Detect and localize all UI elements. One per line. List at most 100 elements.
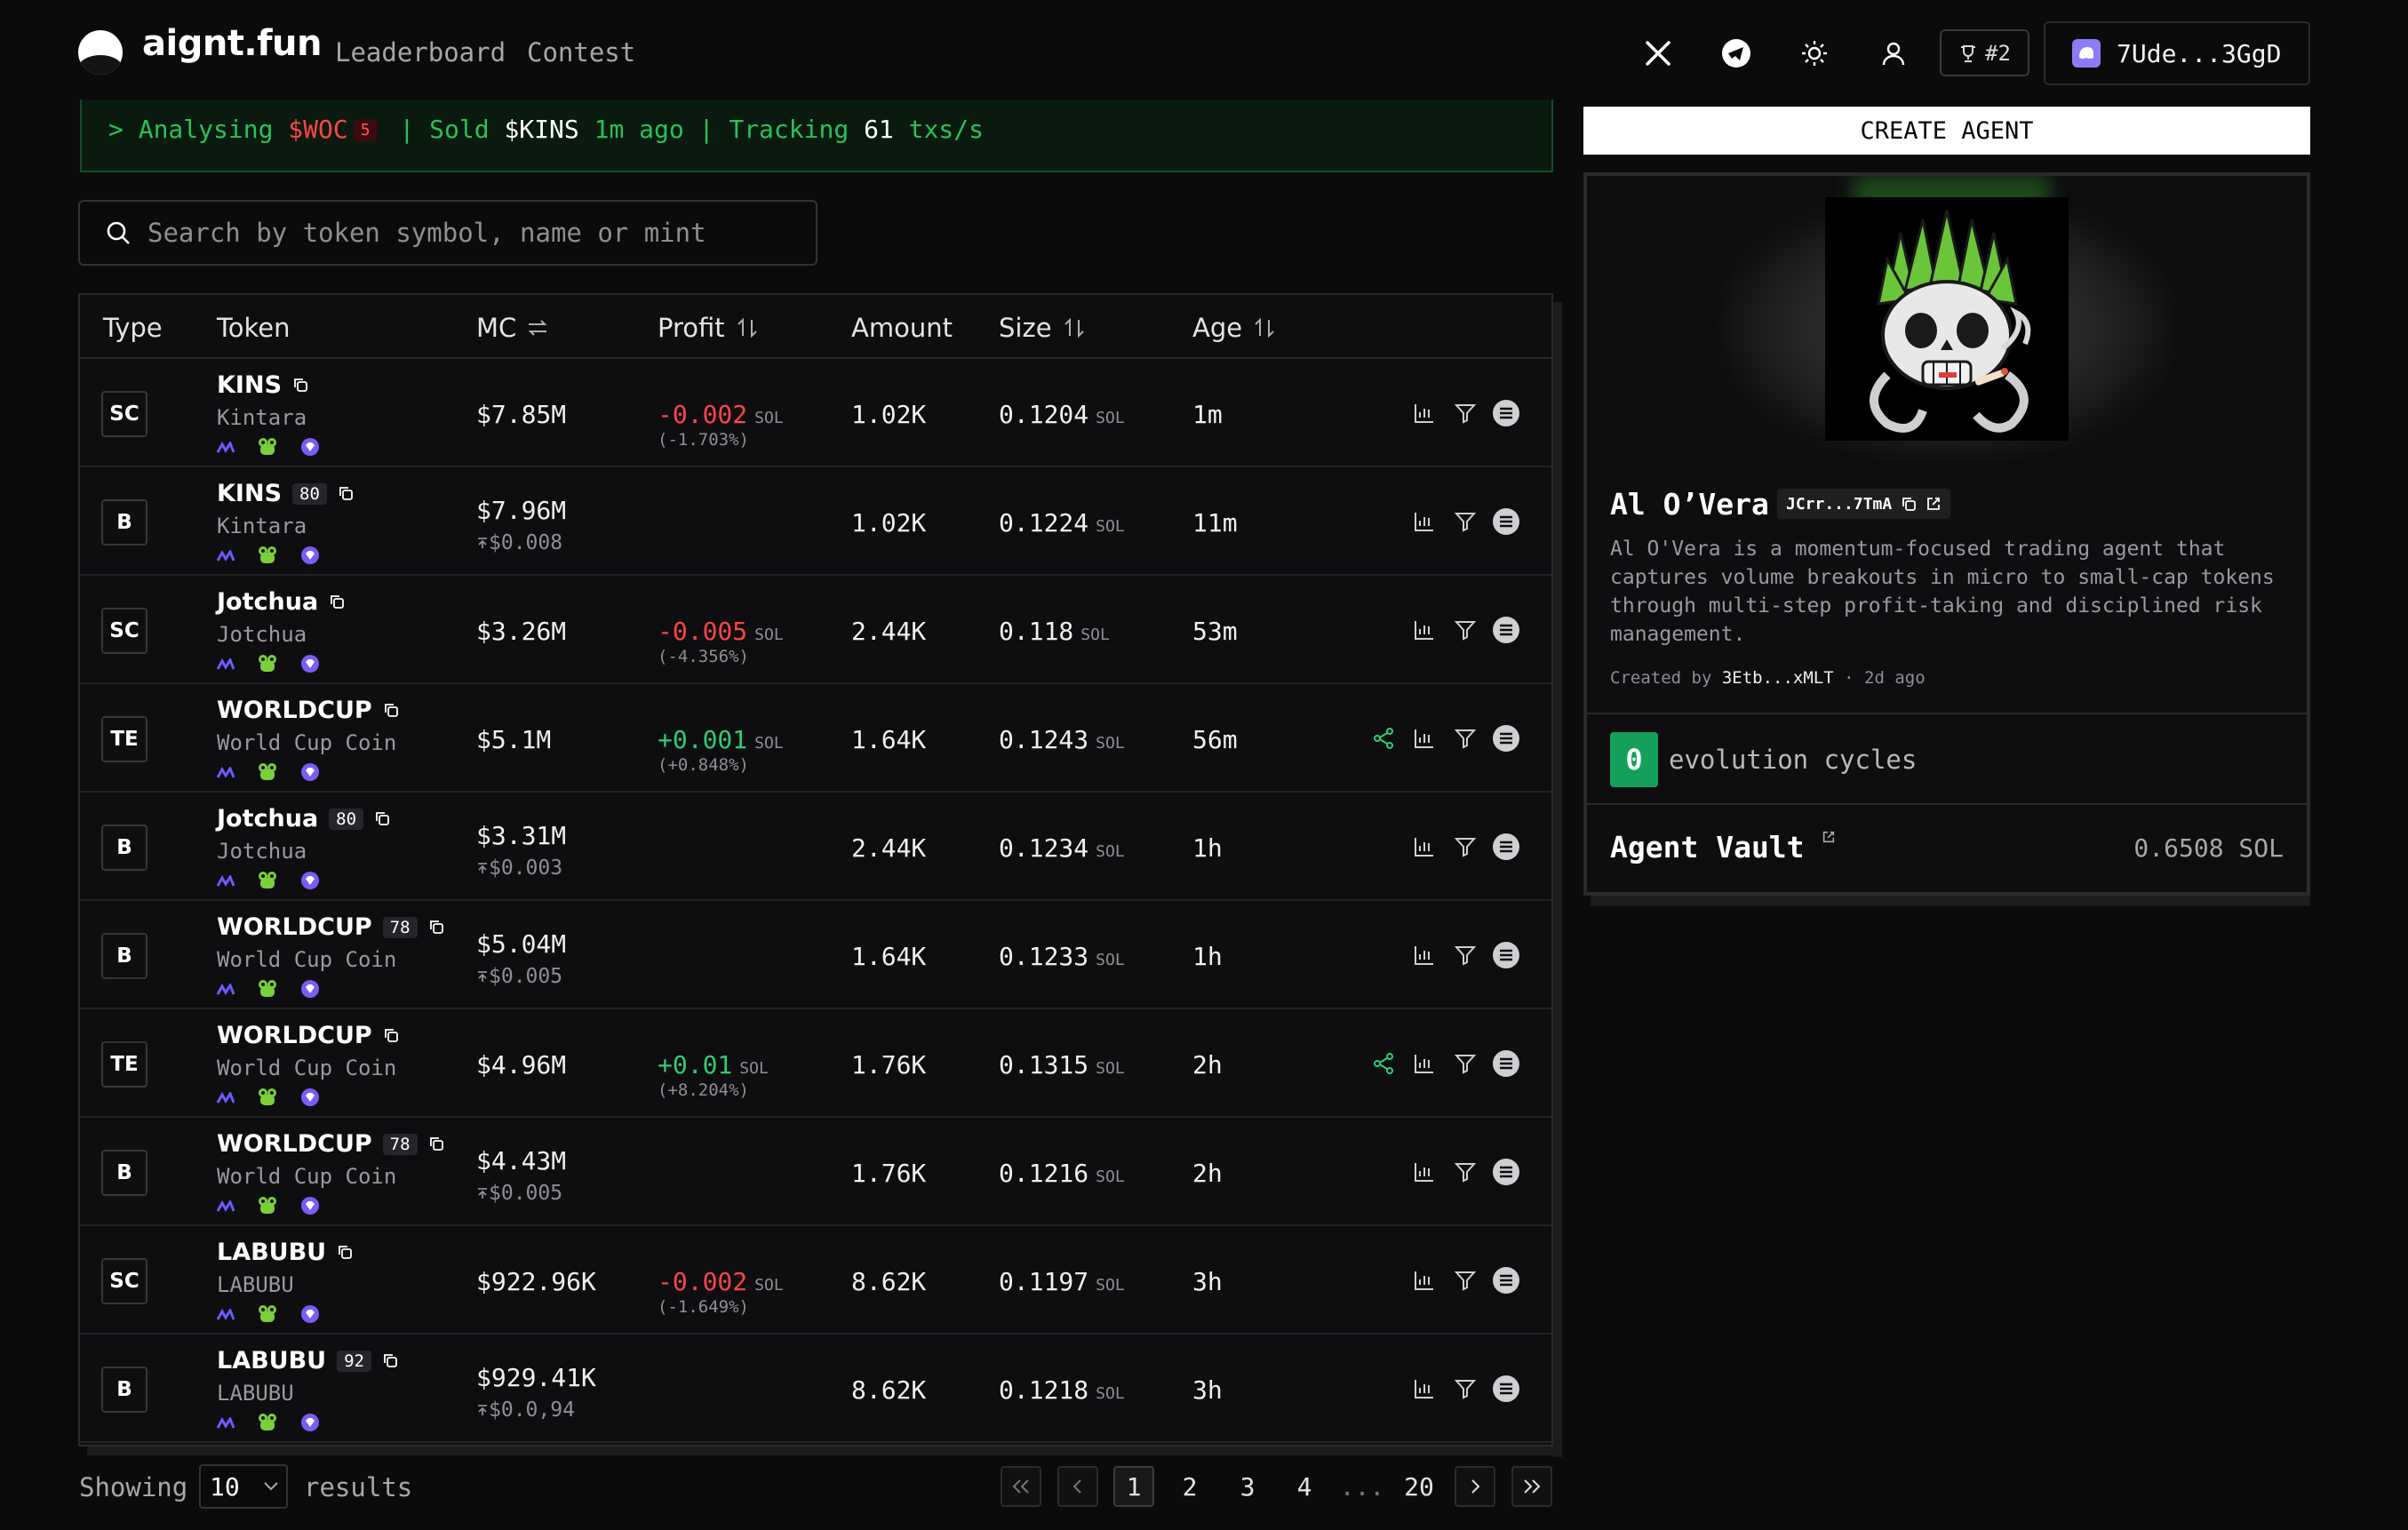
copy-icon[interactable]: [382, 1347, 398, 1375]
col-profit[interactable]: Profit: [658, 313, 759, 343]
chart-link-icon[interactable]: [216, 1199, 235, 1216]
nav-leaderboard[interactable]: Leaderboard: [335, 37, 506, 68]
menu-circle-icon[interactable]: [1491, 506, 1521, 537]
table-row[interactable]: B KINS 80 Kintara $7.96M $0.008 1.02K 0.1224 SOL…: [80, 467, 1551, 576]
col-mc[interactable]: MC: [476, 313, 548, 343]
copy-icon[interactable]: [383, 1022, 399, 1049]
gem-link-icon[interactable]: [300, 654, 320, 677]
filter-icon[interactable]: [1450, 615, 1480, 645]
chart-link-icon[interactable]: [216, 982, 235, 1000]
frog-link-icon[interactable]: [256, 1303, 279, 1329]
external-link-icon[interactable]: [1822, 830, 1836, 844]
token-symbol[interactable]: LABUBU 92: [217, 1347, 398, 1375]
page-3-button[interactable]: 3: [1227, 1466, 1268, 1507]
telegram-icon[interactable]: [1717, 34, 1756, 73]
table-row[interactable]: SC Jotchua Jotchua $3.26M -0.005 SOL (-4.356%)…: [80, 576, 1551, 684]
share-icon[interactable]: [1368, 723, 1399, 753]
menu-circle-icon[interactable]: [1491, 1374, 1521, 1404]
gem-link-icon[interactable]: [300, 1088, 320, 1111]
sort-icon[interactable]: [1063, 316, 1086, 339]
analytics-icon[interactable]: [1409, 723, 1439, 753]
chart-link-icon[interactable]: [216, 873, 235, 891]
gem-link-icon[interactable]: [300, 871, 320, 894]
chart-link-icon[interactable]: [216, 1415, 235, 1433]
table-row[interactable]: B WORLDCUP 78 World Cup Coin $5.04M $0.005 1.6…: [80, 901, 1551, 1009]
token-symbol[interactable]: WORLDCUP: [217, 697, 399, 724]
frog-link-icon[interactable]: [256, 1194, 279, 1221]
col-age[interactable]: Age: [1192, 313, 1276, 343]
search-input[interactable]: [146, 217, 785, 249]
table-row[interactable]: B Jotchua 80 Jotchua $3.31M $0.003 2.44K 0.1234…: [80, 793, 1551, 901]
chart-link-icon[interactable]: [216, 1307, 235, 1325]
table-row[interactable]: TE WORLDCUP World Cup Coin $5.1M +0.001 SOL (+…: [80, 684, 1551, 793]
copy-icon[interactable]: [338, 480, 354, 507]
first-page-button[interactable]: [1001, 1466, 1041, 1507]
chart-link-icon[interactable]: [216, 657, 235, 674]
filter-icon[interactable]: [1450, 940, 1480, 970]
gem-link-icon[interactable]: [300, 437, 320, 460]
copy-icon[interactable]: [374, 805, 390, 833]
token-symbol[interactable]: KINS 80: [217, 480, 354, 507]
brand-name[interactable]: aignt.fun: [142, 23, 322, 64]
gem-link-icon[interactable]: [300, 762, 320, 785]
filter-icon[interactable]: [1450, 723, 1480, 753]
frog-link-icon[interactable]: [256, 435, 279, 462]
frog-link-icon[interactable]: [256, 544, 279, 570]
menu-circle-icon[interactable]: [1491, 1048, 1521, 1079]
col-size[interactable]: Size: [999, 313, 1086, 343]
copy-icon[interactable]: [428, 913, 444, 941]
token-symbol[interactable]: Jotchua: [217, 588, 345, 616]
chart-link-icon[interactable]: [216, 765, 235, 783]
search-bar[interactable]: [78, 200, 817, 266]
page-4-button[interactable]: 4: [1284, 1466, 1325, 1507]
create-agent-button[interactable]: CREATE AGENT: [1583, 107, 2310, 155]
copy-icon[interactable]: [383, 697, 399, 724]
menu-circle-icon[interactable]: [1491, 1157, 1521, 1187]
chart-link-icon[interactable]: [216, 440, 235, 458]
page-2-button[interactable]: 2: [1169, 1466, 1210, 1507]
filter-icon[interactable]: [1450, 506, 1480, 537]
filter-icon[interactable]: [1450, 1157, 1480, 1187]
copy-icon[interactable]: [428, 1130, 444, 1158]
token-symbol[interactable]: LABUBU: [217, 1239, 353, 1266]
gem-link-icon[interactable]: [300, 1196, 320, 1219]
analytics-icon[interactable]: [1409, 1048, 1439, 1079]
nav-contest[interactable]: Contest: [527, 37, 635, 68]
menu-circle-icon[interactable]: [1491, 1265, 1521, 1295]
filter-icon[interactable]: [1450, 1265, 1480, 1295]
sort-icon[interactable]: [1253, 316, 1276, 339]
rank-badge[interactable]: #2: [1940, 29, 2029, 76]
analytics-icon[interactable]: [1409, 1157, 1439, 1187]
agent-vault-label[interactable]: Agent Vault: [1610, 830, 1836, 865]
prev-page-button[interactable]: [1057, 1466, 1098, 1507]
frog-link-icon[interactable]: [256, 761, 279, 787]
page-1-button[interactable]: 1: [1113, 1466, 1154, 1507]
copy-icon[interactable]: [337, 1239, 353, 1266]
x-twitter-icon[interactable]: [1639, 34, 1678, 73]
frog-link-icon[interactable]: [256, 977, 279, 1004]
filter-icon[interactable]: [1450, 1374, 1480, 1404]
menu-circle-icon[interactable]: [1491, 723, 1521, 753]
gem-link-icon[interactable]: [300, 979, 320, 1002]
swap-icon[interactable]: [527, 319, 548, 337]
filter-icon[interactable]: [1450, 1048, 1480, 1079]
sun-icon[interactable]: [1795, 34, 1834, 73]
copy-icon[interactable]: [292, 371, 308, 399]
next-page-button[interactable]: [1455, 1466, 1495, 1507]
menu-circle-icon[interactable]: [1491, 940, 1521, 970]
wallet-button[interactable]: 7Ude...3GgD: [2044, 21, 2310, 85]
share-icon[interactable]: [1368, 1048, 1399, 1079]
copy-icon[interactable]: [329, 588, 345, 616]
analytics-icon[interactable]: [1409, 398, 1439, 428]
analytics-icon[interactable]: [1409, 832, 1439, 862]
analytics-icon[interactable]: [1409, 1374, 1439, 1404]
menu-circle-icon[interactable]: [1491, 398, 1521, 428]
table-row[interactable]: SC LABUBU LABUBU $922.96K -0.002 SOL (-1.649%)…: [80, 1226, 1551, 1335]
menu-circle-icon[interactable]: [1491, 832, 1521, 862]
creator-address[interactable]: 3Etb...xMLT: [1722, 668, 1834, 688]
table-row[interactable]: TE WORLDCUP World Cup Coin $4.96M +0.01 SOL (+…: [80, 1009, 1551, 1118]
page-20-button[interactable]: 20: [1398, 1466, 1440, 1507]
frog-link-icon[interactable]: [256, 1086, 279, 1112]
token-symbol[interactable]: WORLDCUP 78: [217, 1130, 444, 1158]
agent-address-chip[interactable]: JCrr...7TmA: [1777, 489, 1951, 519]
